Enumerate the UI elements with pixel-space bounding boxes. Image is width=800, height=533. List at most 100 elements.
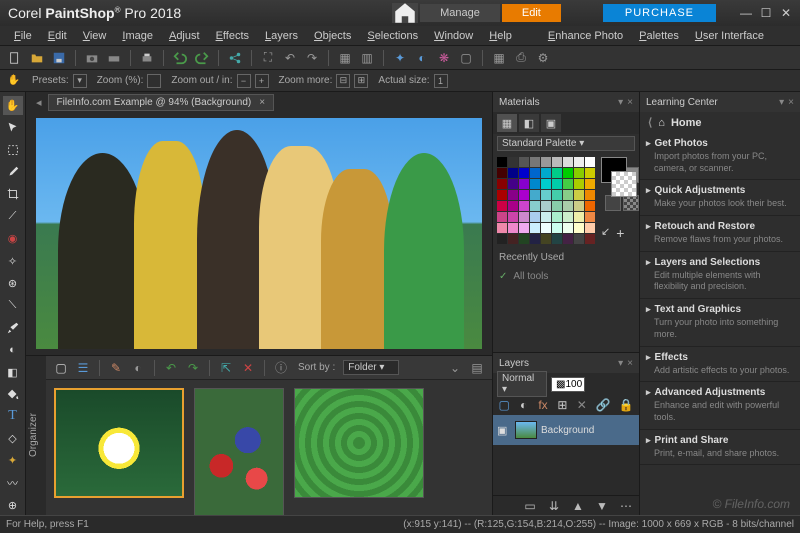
presets-dropdown[interactable]: ▾	[73, 74, 87, 88]
learning-section[interactable]: EffectsAdd artistic effects to your phot…	[640, 347, 800, 383]
layer-move-dn[interactable]: ▼	[593, 497, 611, 515]
color-swatch[interactable]	[585, 190, 595, 200]
color-swatch[interactable]	[530, 223, 540, 233]
pan-tool[interactable]: ✋	[3, 96, 23, 115]
color-swatch[interactable]	[574, 212, 584, 222]
color-swatch[interactable]	[563, 179, 573, 189]
color-swatch[interactable]	[552, 234, 562, 244]
edit-tab[interactable]: Edit	[502, 4, 561, 22]
menu-file[interactable]: File	[6, 28, 40, 44]
color-swatch[interactable]	[541, 234, 551, 244]
resize-button[interactable]: ⛶	[259, 49, 277, 67]
color-swatch[interactable]	[497, 212, 507, 222]
opacity-field[interactable]: ▩100	[551, 377, 585, 392]
color-swatch[interactable]	[574, 223, 584, 233]
swap-colors-icon[interactable]: ↙	[601, 225, 610, 241]
home-tab-button[interactable]	[392, 3, 418, 23]
open-button[interactable]	[28, 49, 46, 67]
org-filter[interactable]: ▤	[468, 359, 486, 377]
color-swatch[interactable]	[497, 190, 507, 200]
ruler-button[interactable]: ▥	[358, 49, 376, 67]
layers-close-icon[interactable]: ×	[627, 358, 633, 369]
menu-edit[interactable]: Edit	[40, 28, 75, 44]
color-swatch[interactable]	[497, 234, 507, 244]
effects-button[interactable]: ❋	[435, 49, 453, 67]
org-adjust-button[interactable]: ◐	[129, 359, 147, 377]
color-swatch[interactable]	[585, 168, 595, 178]
clone-tool[interactable]: ⊛	[3, 274, 23, 293]
zoom-more-in[interactable]: ⊞	[354, 74, 368, 88]
color-swatch[interactable]	[563, 168, 573, 178]
color-swatch[interactable]	[519, 157, 529, 167]
learning-section[interactable]: Get PhotosImport photos from your PC, ca…	[640, 133, 800, 180]
color-swatch[interactable]	[541, 212, 551, 222]
color-swatch[interactable]	[530, 201, 540, 211]
color-swatch[interactable]	[519, 168, 529, 178]
color-swatch[interactable]	[552, 223, 562, 233]
canvas-viewport[interactable]	[26, 112, 492, 355]
color-swatch[interactable]	[497, 179, 507, 189]
zoom-pct-field[interactable]	[147, 74, 161, 88]
color-swatch[interactable]	[519, 179, 529, 189]
grid-button[interactable]: ▦	[336, 49, 354, 67]
enhance-button[interactable]: ✦	[391, 49, 409, 67]
save-button[interactable]	[50, 49, 68, 67]
color-swatch[interactable]	[519, 223, 529, 233]
color-swatch[interactable]	[563, 190, 573, 200]
color-swatch[interactable]	[508, 168, 518, 178]
layer-row-background[interactable]: ▣ Background	[493, 415, 639, 445]
color-swatch[interactable]	[530, 212, 540, 222]
color-swatch[interactable]	[519, 234, 529, 244]
paint-brush-tool[interactable]	[3, 318, 23, 337]
org-brush-button[interactable]: ✎	[107, 359, 125, 377]
menu-window[interactable]: Window	[426, 28, 481, 44]
color-swatch[interactable]	[574, 234, 584, 244]
straighten-tool[interactable]: ⟋	[3, 207, 23, 226]
layer-link-button[interactable]: 🔗	[594, 396, 612, 414]
menu-enhance-photo[interactable]: Enhance Photo	[540, 28, 631, 44]
sort-by-select[interactable]: Folder ▾	[343, 360, 399, 375]
warp-tool[interactable]: 〰	[3, 473, 23, 492]
share-button[interactable]	[226, 49, 244, 67]
org-share[interactable]: ⇱	[217, 359, 235, 377]
learning-section[interactable]: Print and SharePrint, e-mail, and share …	[640, 430, 800, 466]
layer-more[interactable]: ⋯	[617, 497, 635, 515]
menu-user-interface[interactable]: User Interface	[687, 28, 772, 44]
learning-close-icon[interactable]: ×	[788, 97, 794, 108]
frame-tab[interactable]: ▣	[541, 114, 561, 132]
color-swatch[interactable]	[519, 201, 529, 211]
color-swatch[interactable]	[508, 179, 518, 189]
actual-size-button[interactable]: 1	[434, 74, 448, 88]
color-swatch[interactable]	[530, 179, 540, 189]
hsv-tab[interactable]: ◧	[519, 114, 539, 132]
color-swatch[interactable]	[541, 190, 551, 200]
color-swatch[interactable]	[552, 201, 562, 211]
color-swatch[interactable]	[552, 179, 562, 189]
new-layer-button[interactable]: ▢	[497, 396, 511, 414]
color-swatch[interactable]	[497, 157, 507, 167]
color-swatch[interactable]	[508, 223, 518, 233]
menu-adjust[interactable]: Adjust	[161, 28, 208, 44]
color-swatch[interactable]	[530, 157, 540, 167]
rotate-right-button[interactable]: ↷	[303, 49, 321, 67]
document-tab[interactable]: FileInfo.com Example @ 94% (Background) …	[48, 94, 275, 111]
swatches-tab[interactable]: ▦	[497, 114, 517, 132]
color-swatch[interactable]	[563, 212, 573, 222]
print-button[interactable]	[138, 49, 156, 67]
purchase-button[interactable]: PURCHASE	[603, 4, 716, 22]
tab-scroll-left[interactable]: ◂	[36, 96, 42, 109]
layer-merge[interactable]: ⇊	[545, 497, 563, 515]
color-swatch[interactable]	[585, 157, 595, 167]
zoom-more-out[interactable]: ⊟	[336, 74, 350, 88]
delete-layer-button[interactable]: ✕	[575, 396, 589, 414]
color-swatch[interactable]	[541, 168, 551, 178]
makeover-tool[interactable]: ✧	[3, 251, 23, 270]
color-swatch[interactable]	[519, 190, 529, 200]
menu-image[interactable]: Image	[114, 28, 161, 44]
learning-menu-icon[interactable]: ▾	[779, 97, 784, 108]
color-swatch[interactable]	[497, 201, 507, 211]
color-swatch[interactable]	[541, 223, 551, 233]
new-button[interactable]	[6, 49, 24, 67]
menu-effects[interactable]: Effects	[208, 28, 257, 44]
learning-home-row[interactable]: ⟨ ⌂ Home	[640, 112, 800, 133]
